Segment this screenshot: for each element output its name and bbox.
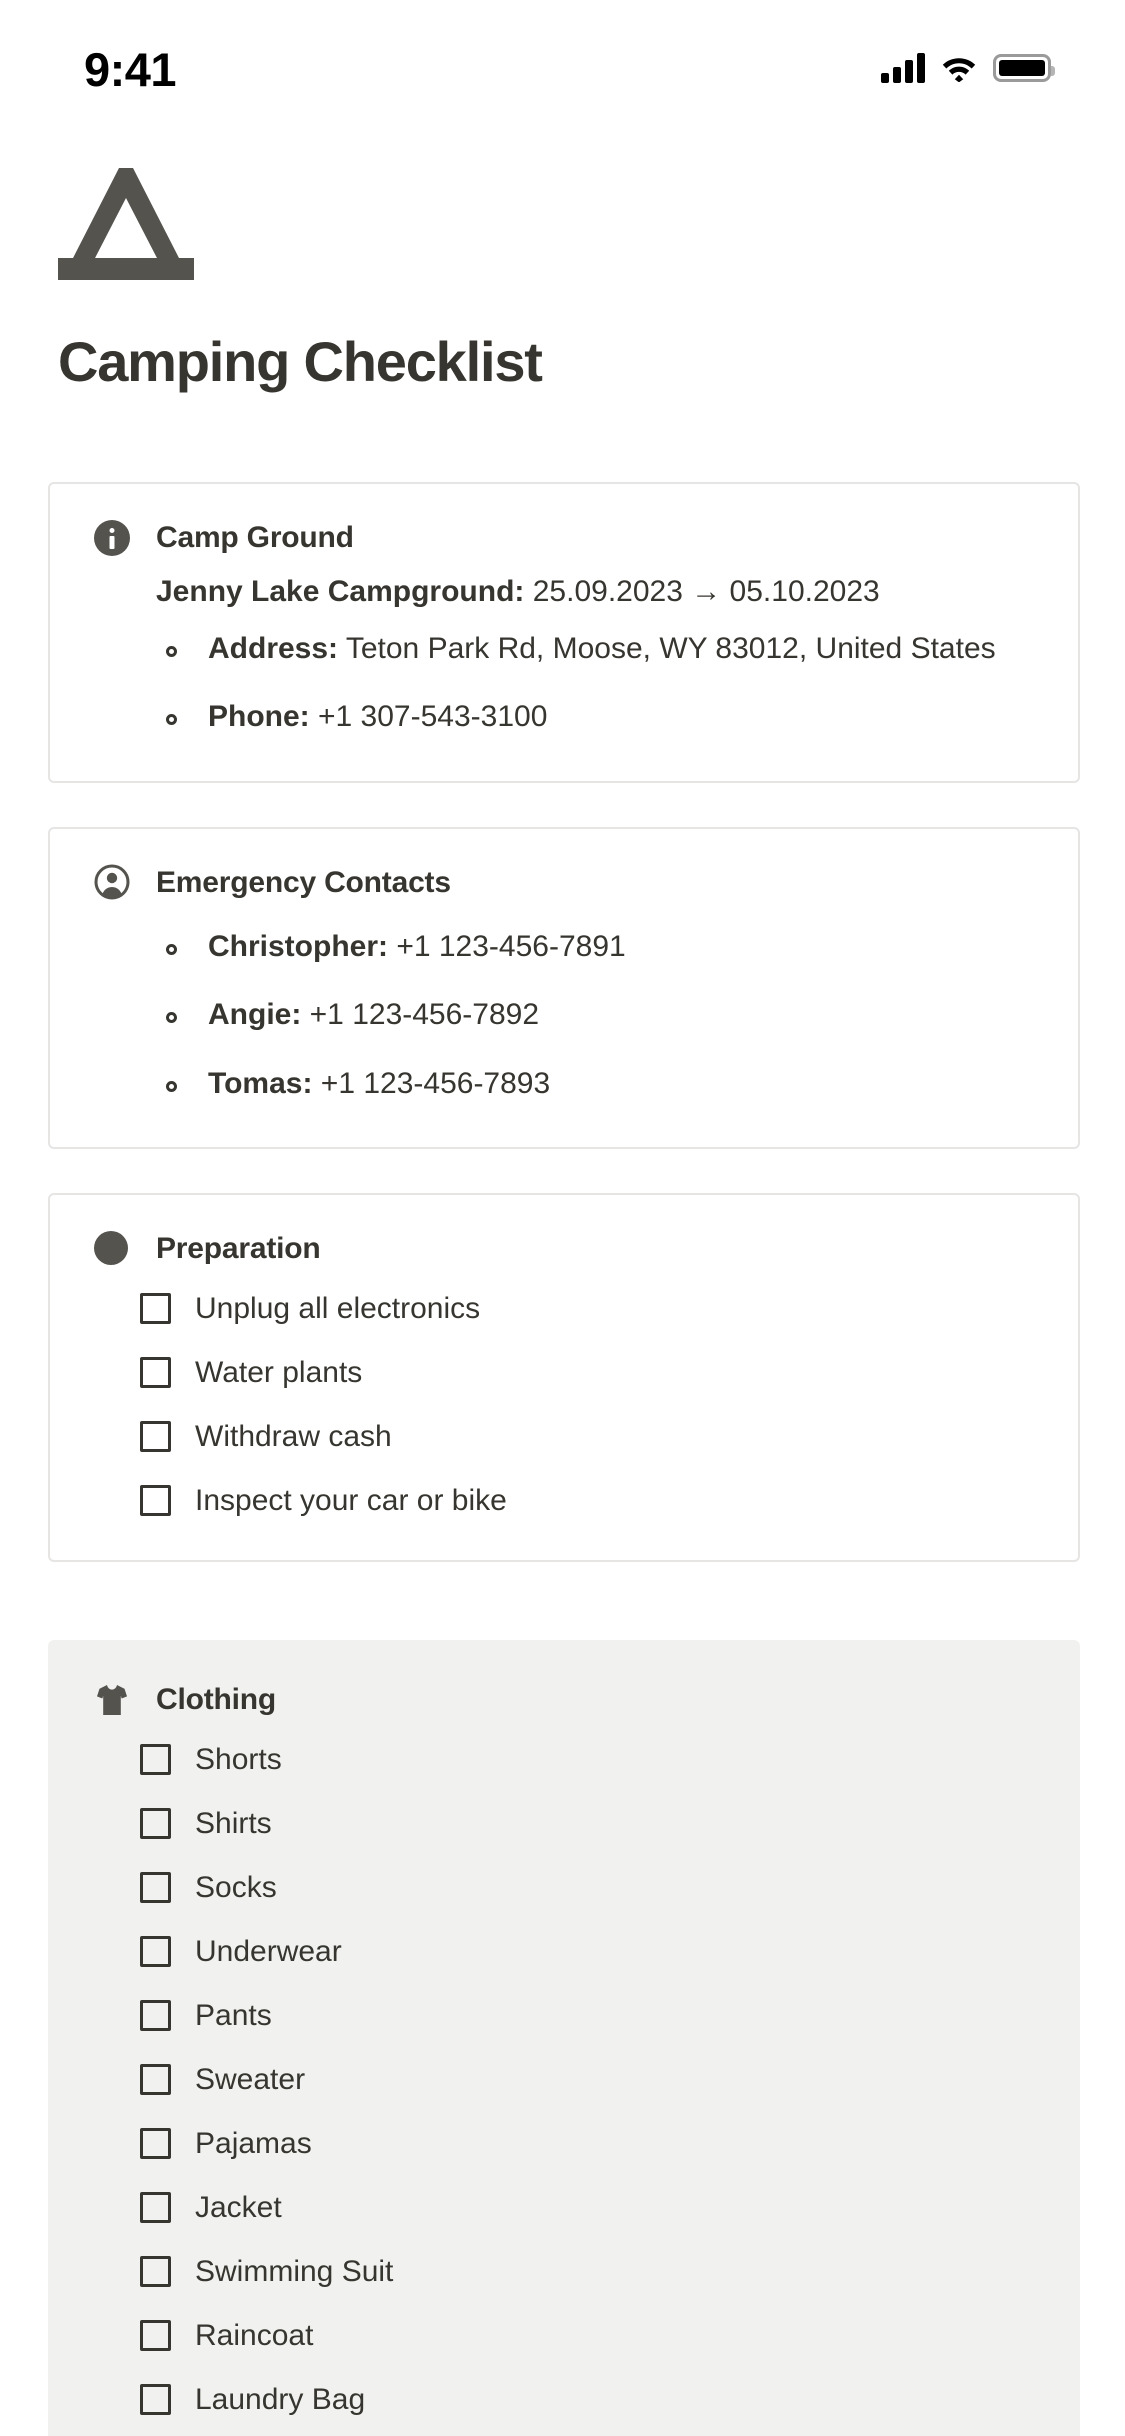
tshirt-icon bbox=[94, 1682, 130, 1718]
detail-value: Teton Park Rd, Moose, WY 83012, United S… bbox=[338, 631, 996, 665]
checkbox[interactable] bbox=[140, 1292, 171, 1324]
contact-phone: +1 123-456-7893 bbox=[312, 1066, 551, 1100]
checkbox[interactable] bbox=[140, 1743, 171, 1775]
checkbox[interactable] bbox=[140, 2127, 171, 2159]
campground-name: Jenny Lake Campground: bbox=[156, 575, 525, 608]
card-title: Preparation bbox=[156, 1232, 321, 1265]
list-item[interactable]: Sweater bbox=[140, 2047, 1034, 2111]
checkbox-label: Pants bbox=[195, 1998, 272, 2032]
list-item[interactable]: Swimming Suit bbox=[140, 2239, 1034, 2303]
campground-dates-line: Jenny Lake Campground: 25.09.2023 → 05.1… bbox=[156, 569, 1034, 616]
list-item[interactable]: Jacket bbox=[140, 2175, 1034, 2239]
card-camp-ground: Camp Ground Jenny Lake Campground: 25.09… bbox=[48, 482, 1080, 783]
checkbox[interactable] bbox=[140, 2319, 171, 2351]
preparation-checklist: Unplug all electronics Water plants With… bbox=[140, 1276, 1034, 1532]
list-item[interactable]: Socks bbox=[140, 1855, 1034, 1919]
checkbox[interactable] bbox=[140, 2383, 171, 2415]
checkbox-label: Underwear bbox=[195, 1934, 342, 1968]
campground-dates: 25.09.2023 → 05.10.2023 bbox=[524, 575, 880, 608]
checkbox[interactable] bbox=[140, 1420, 171, 1452]
checkbox-label: Withdraw cash bbox=[195, 1419, 392, 1453]
list-item[interactable]: Underwear bbox=[140, 1919, 1034, 1983]
list-item[interactable]: Shirts bbox=[140, 1791, 1034, 1855]
checkbox-label: Swimming Suit bbox=[195, 2254, 394, 2288]
info-icon bbox=[94, 519, 130, 556]
checkbox-label: Jacket bbox=[195, 2190, 282, 2224]
checkbox-label: Laundry Bag bbox=[195, 2382, 366, 2416]
list-item[interactable]: Withdraw cash bbox=[140, 1404, 1034, 1468]
contact-phone: +1 123-456-7891 bbox=[388, 929, 626, 963]
card-emergency-contacts: Emergency Contacts Christopher: +1 123-4… bbox=[48, 826, 1080, 1149]
page-title: Camping Checklist bbox=[58, 330, 543, 393]
app-screen: 9:41 Camping Checklist Camp Ground Jenny… bbox=[0, 0, 1125, 2436]
list-item: Christopher: +1 123-456-7891 bbox=[156, 924, 1034, 971]
card-clothing: Clothing Shorts Shirts Socks Underwear P… bbox=[48, 1640, 1080, 2436]
checklist-cards: Camp Ground Jenny Lake Campground: 25.09… bbox=[48, 482, 1080, 2436]
card-header: Preparation bbox=[94, 1229, 1034, 1268]
checkbox[interactable] bbox=[140, 2191, 171, 2223]
contact-name: Tomas: bbox=[208, 1066, 313, 1100]
campground-details: Address: Teton Park Rd, Moose, WY 83012,… bbox=[156, 626, 1034, 741]
tent-icon bbox=[58, 168, 194, 280]
card-header: Camp Ground bbox=[94, 518, 1034, 557]
card-title: Emergency Contacts bbox=[156, 865, 451, 899]
checkbox[interactable] bbox=[140, 1807, 171, 1839]
detail-value: +1 307-543-3100 bbox=[309, 700, 548, 733]
checkbox[interactable] bbox=[140, 1935, 171, 1967]
checkbox-label: Inspect your car or bike bbox=[195, 1483, 507, 1517]
checkbox[interactable] bbox=[140, 1871, 171, 1903]
card-header: Emergency Contacts bbox=[94, 863, 1034, 902]
detail-label: Address: bbox=[208, 631, 339, 665]
card-preparation: Preparation Unplug all electronics Water… bbox=[48, 1193, 1080, 1562]
person-icon bbox=[94, 864, 130, 900]
list-item: Phone: +1 307-543-3100 bbox=[156, 694, 1034, 741]
checkbox-label: Unplug all electronics bbox=[195, 1291, 481, 1325]
checkbox[interactable] bbox=[140, 1999, 171, 2031]
checkbox[interactable] bbox=[140, 1484, 171, 1516]
card-header: Clothing bbox=[94, 1680, 1034, 1719]
list-item[interactable]: Raincoat bbox=[140, 2303, 1034, 2367]
contact-phone: +1 123-456-7892 bbox=[301, 998, 540, 1031]
list-item[interactable]: Pajamas bbox=[140, 2111, 1034, 2175]
list-item[interactable]: Unplug all electronics bbox=[140, 1276, 1034, 1340]
checkbox-label: Water plants bbox=[195, 1355, 363, 1389]
contact-name: Christopher: bbox=[208, 929, 388, 963]
list-item[interactable]: Inspect your car or bike bbox=[140, 1468, 1034, 1532]
clothing-checklist: Shorts Shirts Socks Underwear Pants Swea… bbox=[140, 1727, 1034, 2431]
checkbox-label: Shorts bbox=[195, 1742, 282, 1776]
checkbox-label: Raincoat bbox=[195, 2318, 314, 2352]
checkbox-label: Socks bbox=[195, 1870, 277, 1904]
card-title: Clothing bbox=[156, 1683, 277, 1716]
checkbox[interactable] bbox=[140, 2255, 171, 2287]
checkbox[interactable] bbox=[140, 2063, 171, 2095]
status-bar-time: 9:41 bbox=[84, 42, 177, 96]
emergency-contact-list: Christopher: +1 123-456-7891 Angie: +1 1… bbox=[156, 924, 1034, 1108]
list-item: Tomas: +1 123-456-7893 bbox=[156, 1061, 1034, 1108]
list-item: Address: Teton Park Rd, Moose, WY 83012,… bbox=[156, 626, 1034, 673]
checkbox[interactable] bbox=[140, 1356, 171, 1388]
detail-label: Phone: bbox=[208, 700, 310, 733]
list-item[interactable]: Shorts bbox=[140, 1727, 1034, 1791]
status-bar-indicators bbox=[881, 49, 1055, 83]
wifi-icon bbox=[941, 54, 977, 83]
list-item[interactable]: Water plants bbox=[140, 1340, 1034, 1404]
list-item[interactable]: Laundry Bag bbox=[140, 2367, 1034, 2431]
filled-circle-icon bbox=[94, 1230, 130, 1267]
checkbox-label: Sweater bbox=[195, 2062, 306, 2096]
list-item: Angie: +1 123-456-7892 bbox=[156, 992, 1034, 1039]
cellular-signal-icon bbox=[881, 53, 925, 83]
checkbox-label: Pajamas bbox=[195, 2126, 312, 2160]
contact-name: Angie: bbox=[208, 998, 302, 1031]
battery-full-icon bbox=[993, 54, 1055, 82]
checkbox-label: Shirts bbox=[195, 1806, 272, 1840]
page-header: Camping Checklist bbox=[58, 168, 1067, 394]
list-item[interactable]: Pants bbox=[140, 1983, 1034, 2047]
card-title: Camp Ground bbox=[156, 521, 354, 554]
status-bar: 9:41 bbox=[0, 0, 1125, 132]
